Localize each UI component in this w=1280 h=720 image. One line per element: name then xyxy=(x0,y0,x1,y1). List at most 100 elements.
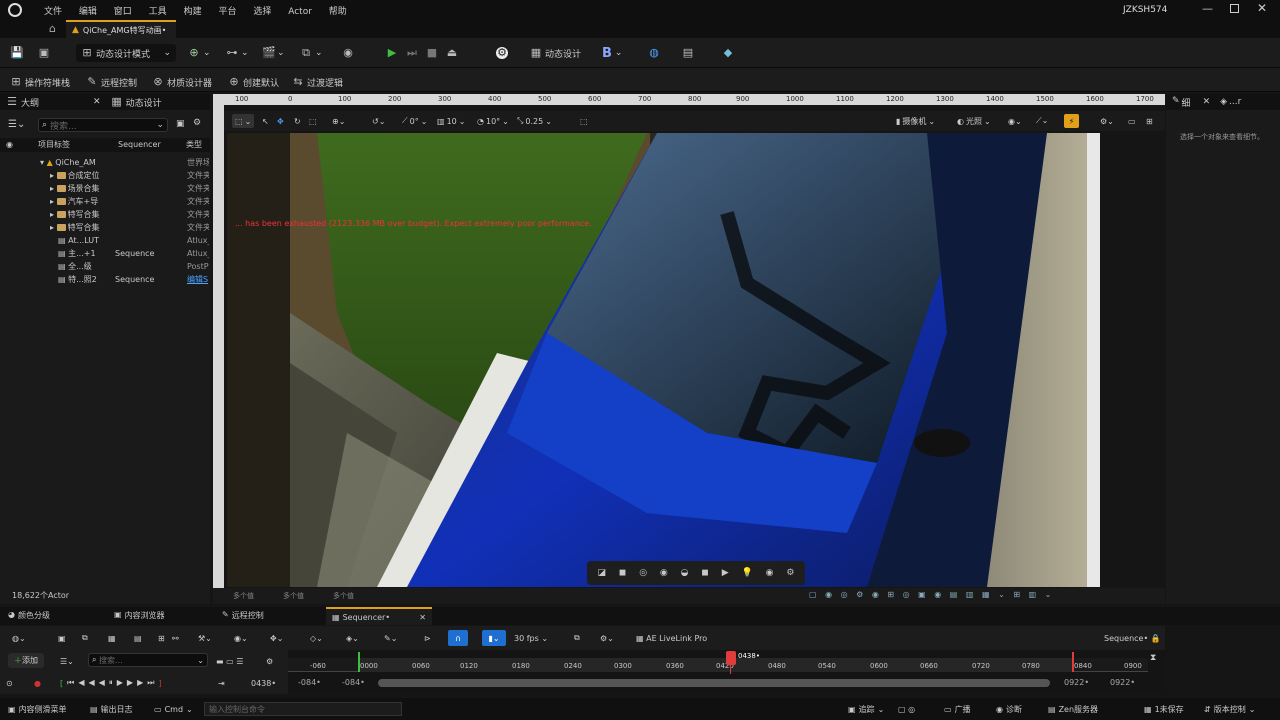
close-tab-icon[interactable]: ✕ xyxy=(1203,97,1211,107)
transport-controls[interactable]: [⏮◀◀◀⏸▶▶▶⏭] xyxy=(60,676,166,690)
col-label-header[interactable]: 项目标签 xyxy=(38,138,70,152)
table-row[interactable]: ▤ 全...级 PostP xyxy=(0,260,210,273)
menu-help[interactable]: 帮助 xyxy=(329,4,347,17)
move-tool-icon[interactable]: ✥ xyxy=(277,114,284,128)
tracker-icon[interactable]: ◆ xyxy=(722,44,734,62)
multi-value-field[interactable]: 多个值 xyxy=(333,591,354,601)
remote-control-tab[interactable]: ✎ 远程控制 xyxy=(222,610,264,621)
source-control-button[interactable]: ⇵ 版本控制 ⌄ xyxy=(1204,702,1255,716)
diagnostics-button[interactable]: ◉ 诊断 xyxy=(996,702,1022,716)
eject-icon[interactable]: ⏏ xyxy=(446,44,458,62)
platform-icon[interactable]: ⚙ xyxy=(496,44,508,62)
curve-editor-icon[interactable]: ⧉ xyxy=(574,631,580,645)
cut-icon[interactable]: ⊞ xyxy=(158,631,165,645)
livelink-button[interactable]: ▦ AE LiveLink Pro xyxy=(636,631,707,645)
create-default-button[interactable]: ⊕ 创建默认 xyxy=(228,73,279,91)
mode-dropdown[interactable]: ⊞ 动态设计模式 ⌄ xyxy=(76,44,176,62)
menu-edit[interactable]: 编辑 xyxy=(79,4,97,17)
table-row[interactable]: ▸ 场景合集 文件夹 xyxy=(0,182,210,195)
content-drawer-button[interactable]: ▣ 内容侧滑菜单 xyxy=(8,702,67,716)
visibility-eye-icon[interactable]: ◉ xyxy=(6,138,13,152)
table-row[interactable]: ▸ 特写合集 文件夹 xyxy=(0,221,210,234)
content-browser-tab[interactable]: ▣ 内容浏览器 xyxy=(114,610,165,621)
menu-window[interactable]: 窗口 xyxy=(114,4,132,17)
livelink-icon[interactable]: ◉ xyxy=(342,44,354,62)
loop-icon[interactable]: ⇥ xyxy=(218,676,225,690)
timeline-scrollbar[interactable] xyxy=(378,679,1050,687)
filter-icon[interactable]: ☰⌄ xyxy=(8,119,25,130)
filter-icon[interactable]: ☰⌄ xyxy=(60,654,74,668)
restore-icon[interactable]: ▭ xyxy=(1128,114,1136,128)
show-flags-icon[interactable]: ◉⌄ xyxy=(1008,114,1022,128)
material-designer-button[interactable]: ⊗ 材质设计器 xyxy=(152,73,212,91)
add-track-button[interactable]: ＋添加 xyxy=(8,653,44,668)
close-window-icon[interactable]: ✕ xyxy=(1257,1,1267,15)
status-icons[interactable]: ▢ ◎ xyxy=(898,702,915,716)
auto-key-icon[interactable]: ✥⌄ xyxy=(270,631,283,645)
broadcast-button[interactable]: ▭ 广播 xyxy=(944,702,971,716)
frame-field[interactable]: 0438• xyxy=(251,676,276,690)
b-plugin-icon[interactable]: B ⌄ xyxy=(602,44,622,62)
gear-icon[interactable]: ⚙ xyxy=(786,568,794,578)
scale-tool-icon[interactable]: ⬚ xyxy=(309,114,317,128)
multi-value-field[interactable]: 多个值 xyxy=(233,591,254,601)
add-actor-icon[interactable]: ⊕ ⌄ xyxy=(188,44,210,62)
unreal-logo-icon[interactable] xyxy=(8,3,22,17)
table-row[interactable]: ▸ 合成定位 文件夹 xyxy=(0,169,210,182)
build-icon[interactable]: ⧉ ⌄ xyxy=(300,44,322,62)
collapse-icon[interactable]: ▬ ▭ ☰ xyxy=(216,654,243,668)
magnet-snap-icon[interactable]: ∩ xyxy=(448,630,468,646)
viewport-status-icons[interactable]: ▢ ◉ ◎ ⚙ ◉ ⊞ ◎ ▣ ◉ ▤ ▥ ▦ ⌄ ⊞ ▥ ⌄ xyxy=(809,590,1054,599)
operator-stack-button[interactable]: ⊞ 操作符堆栈 xyxy=(10,73,70,91)
step-icon[interactable]: ⏭ xyxy=(406,44,418,62)
sequencer-settings-icon[interactable]: ⚙⌄ xyxy=(600,631,614,645)
record-settings-icon[interactable]: ⊙ xyxy=(6,676,13,690)
table-row[interactable]: ▤ At...LUT Atlux_ xyxy=(0,234,210,247)
content-browser-icon[interactable]: ▣ xyxy=(38,44,50,62)
play-start-field[interactable]: -084• xyxy=(342,678,365,687)
cinematics-icon[interactable]: 🎬 ⌄ xyxy=(262,44,285,62)
playhead-snap-icon[interactable]: ▮⌄ xyxy=(482,630,506,646)
col-type-header[interactable]: 类型 xyxy=(186,138,202,152)
trace-button[interactable]: ▣ 追踪 ⌄ xyxy=(848,702,884,716)
sequencer-search[interactable]: ⌕ 搜索... ⌄ xyxy=(88,653,208,667)
playhead[interactable] xyxy=(726,651,736,665)
cmd-dropdown[interactable]: ▭ Cmd ⌄ xyxy=(154,702,193,716)
maximize-viewport-icon[interactable]: ⬚ xyxy=(580,114,588,128)
sequencer-tab[interactable]: ▦ Sequencer• ✕ xyxy=(326,607,432,625)
brush-icon[interactable]: ✎⌄ xyxy=(384,631,397,645)
world-icon[interactable]: ◍⌄ xyxy=(12,631,26,645)
world-space-icon[interactable]: ⊕⌄ xyxy=(332,114,345,128)
col-seq-header[interactable]: Sequencer xyxy=(118,138,161,152)
unsaved-button[interactable]: ▦ 1未保存 xyxy=(1144,702,1184,716)
outliner-search[interactable]: ⌕ 搜索... ⌄ xyxy=(38,118,168,132)
transition-logic-button[interactable]: ⇆ 过渡逻辑 xyxy=(292,73,343,91)
menu-tools[interactable]: 工具 xyxy=(149,4,167,17)
output-log-button[interactable]: ▤ 输出日志 xyxy=(90,702,133,716)
sequencer-toolbar-button[interactable]: ▦ 动态设计 xyxy=(530,44,581,62)
rotation-snap-button[interactable]: ◔ 10° ⌄ xyxy=(477,114,509,128)
menu-actor[interactable]: Actor xyxy=(288,7,312,17)
second-tab[interactable]: ◈ ...r xyxy=(1220,97,1241,107)
menu-build[interactable]: 构建 xyxy=(184,4,202,17)
remote-control-button[interactable]: ✎ 远程控制 xyxy=(86,73,137,91)
lit-dropdown[interactable]: ◐ 光照 ⌄ xyxy=(957,114,991,128)
performance-warning-icon[interactable]: ⚡ xyxy=(1064,114,1079,128)
save-sequence-icon[interactable]: ▣ xyxy=(58,631,66,645)
motion-design-tab[interactable]: ▦ 动态设计 xyxy=(111,95,161,109)
table-row[interactable]: ▾ ▲ QiChe_AM 世界场 xyxy=(0,156,210,169)
fps-dropdown[interactable]: 30 fps ⌄ xyxy=(514,631,548,645)
zen-server-button[interactable]: ▤ Zen服务器 xyxy=(1048,702,1098,716)
home-icon[interactable]: ⌂ xyxy=(49,22,56,35)
link-icon[interactable]: ⚯ xyxy=(172,631,179,645)
minimize-icon[interactable]: — xyxy=(1202,2,1213,15)
camera-dropdown[interactable]: ▮ 摄像机 ⌄ xyxy=(896,114,935,128)
menu-platform[interactable]: 平台 xyxy=(218,4,236,17)
table-row[interactable]: ▤ 主...+1 Sequence Atlux_ xyxy=(0,247,210,260)
close-tab-icon[interactable]: ✕ xyxy=(93,97,101,107)
table-row[interactable]: ▸ 汽车+导 文件夹 xyxy=(0,195,210,208)
effector-icon[interactable]: ◒ xyxy=(681,568,689,578)
level-viewport[interactable]: ... has been exhausted (2123.336 MB over… xyxy=(227,133,1100,587)
select-tool-icon[interactable]: ↖ xyxy=(262,114,269,128)
view-end-field[interactable]: 0922• xyxy=(1110,678,1135,687)
